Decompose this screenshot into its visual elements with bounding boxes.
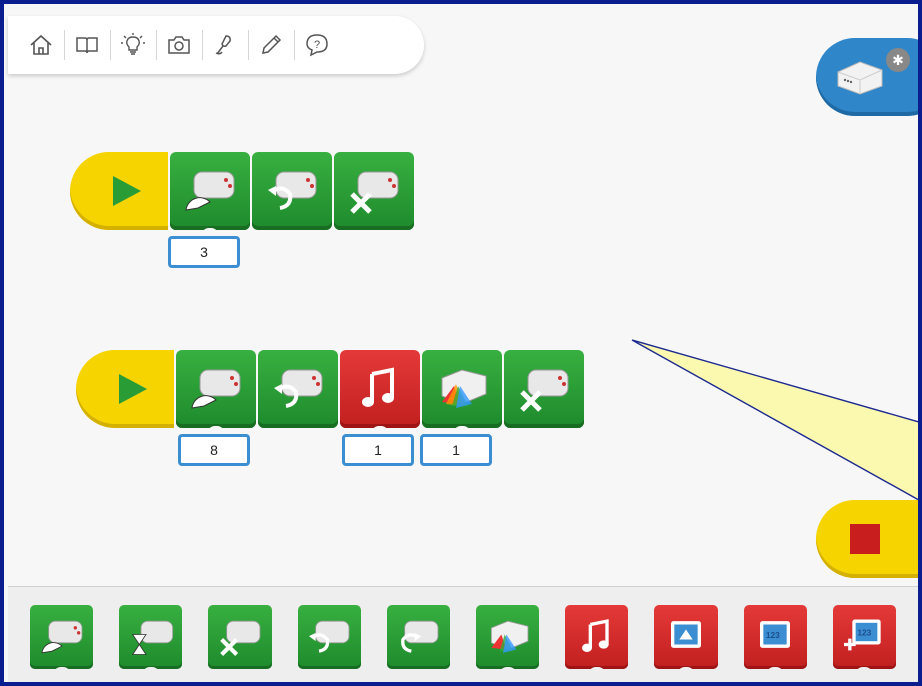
- motor-speed-block[interactable]: 8: [176, 350, 256, 466]
- program-row-2: 8 1 1: [76, 350, 584, 466]
- program-row-1: 3: [70, 152, 414, 268]
- palette-display-background-block[interactable]: [654, 605, 718, 675]
- palette-display-number-block[interactable]: 123: [743, 605, 807, 675]
- palette-motor-direction-ccw-block[interactable]: [297, 605, 361, 669]
- motor-direction-block[interactable]: [252, 152, 332, 230]
- speed-param-input[interactable]: 3: [168, 236, 240, 268]
- block-notch: [587, 667, 606, 675]
- block-notch: [141, 667, 160, 675]
- display-background-icon: [671, 621, 702, 648]
- camera-button[interactable]: [156, 22, 202, 68]
- hub-light-block[interactable]: 1: [420, 350, 502, 466]
- pencil-icon: [262, 34, 282, 54]
- music-note-icon: [362, 367, 394, 407]
- help-button[interactable]: ?: [294, 22, 340, 68]
- motor-direction-block[interactable]: [258, 350, 338, 428]
- bluetooth-icon: ✱: [886, 48, 910, 72]
- music-note-icon: [581, 619, 609, 652]
- play-icon: [113, 176, 141, 206]
- app-canvas: ? ✱ 3 8 1 1 123 123: [0, 0, 922, 686]
- stop-button[interactable]: [816, 500, 918, 578]
- smarthub-icon: [837, 61, 883, 95]
- camera-icon: [168, 36, 190, 54]
- block-palette: 123 123: [8, 586, 918, 682]
- hub-light-icon: [490, 620, 529, 653]
- hourglass-motor-icon: [131, 620, 173, 655]
- motor-direction-icon: [268, 171, 317, 210]
- block-notch: [498, 667, 517, 675]
- motor-speed-icon: [41, 620, 83, 654]
- palette-motor-speed-block[interactable]: [30, 605, 94, 675]
- play-icon: [119, 374, 147, 404]
- motor-direction-icon: [274, 369, 323, 408]
- help-icon: ?: [306, 34, 328, 57]
- motor-off-block[interactable]: [504, 350, 584, 428]
- motor-off-icon: [350, 171, 399, 214]
- callout-pointer: [631, 339, 918, 501]
- rotate-cw-icon: [401, 620, 439, 653]
- motor-off-icon: [520, 369, 569, 412]
- svg-text:?: ?: [314, 39, 320, 51]
- rotate-ccw-icon: [309, 620, 350, 653]
- block-notch: [766, 667, 785, 675]
- speed-param-input[interactable]: 8: [178, 434, 250, 466]
- add-display-number-text: 123: [858, 627, 872, 637]
- block-notch: [371, 426, 389, 434]
- microphone-icon: [215, 35, 231, 55]
- motor-speed-icon: [191, 369, 241, 409]
- microphone-button[interactable]: [202, 22, 248, 68]
- edit-button[interactable]: [248, 22, 294, 68]
- light-param-input[interactable]: 1: [420, 434, 492, 466]
- top-toolbar: ?: [8, 16, 424, 74]
- motor-off-icon: [220, 620, 261, 656]
- sound-param-input[interactable]: 1: [342, 434, 414, 466]
- motor-speed-icon: [185, 171, 235, 211]
- start-block[interactable]: [70, 152, 168, 230]
- documentation-button[interactable]: [64, 22, 110, 68]
- palette-play-sound-block[interactable]: [565, 605, 629, 675]
- palette-hub-light-block[interactable]: [476, 605, 540, 675]
- hub-connection-button[interactable]: ✱: [816, 38, 918, 116]
- stop-icon: [850, 524, 880, 554]
- display-number-icon: 123: [760, 621, 791, 648]
- motor-off-block[interactable]: [334, 152, 414, 230]
- home-icon: [30, 34, 52, 55]
- ideas-button[interactable]: [110, 22, 156, 68]
- block-notch: [52, 667, 71, 675]
- display-number-text: 123: [766, 630, 780, 640]
- lightbulb-icon: [121, 33, 145, 55]
- book-icon: [76, 37, 98, 54]
- palette-motor-on-for-block[interactable]: [119, 605, 183, 675]
- add-to-display-icon: 123: [844, 619, 882, 651]
- motor-speed-block[interactable]: 3: [168, 152, 250, 268]
- hub-light-icon: [441, 369, 487, 408]
- palette-motor-off-block[interactable]: [208, 605, 272, 669]
- block-notch: [855, 667, 874, 675]
- play-sound-block[interactable]: 1: [340, 350, 420, 466]
- home-button[interactable]: [18, 22, 64, 68]
- block-notch: [677, 667, 696, 675]
- palette-motor-direction-cw-block[interactable]: [386, 605, 451, 669]
- block-notch: [201, 228, 219, 236]
- block-notch: [207, 426, 225, 434]
- palette-add-to-display-block[interactable]: 123: [832, 605, 897, 675]
- block-notch: [453, 426, 471, 434]
- start-block[interactable]: [76, 350, 174, 428]
